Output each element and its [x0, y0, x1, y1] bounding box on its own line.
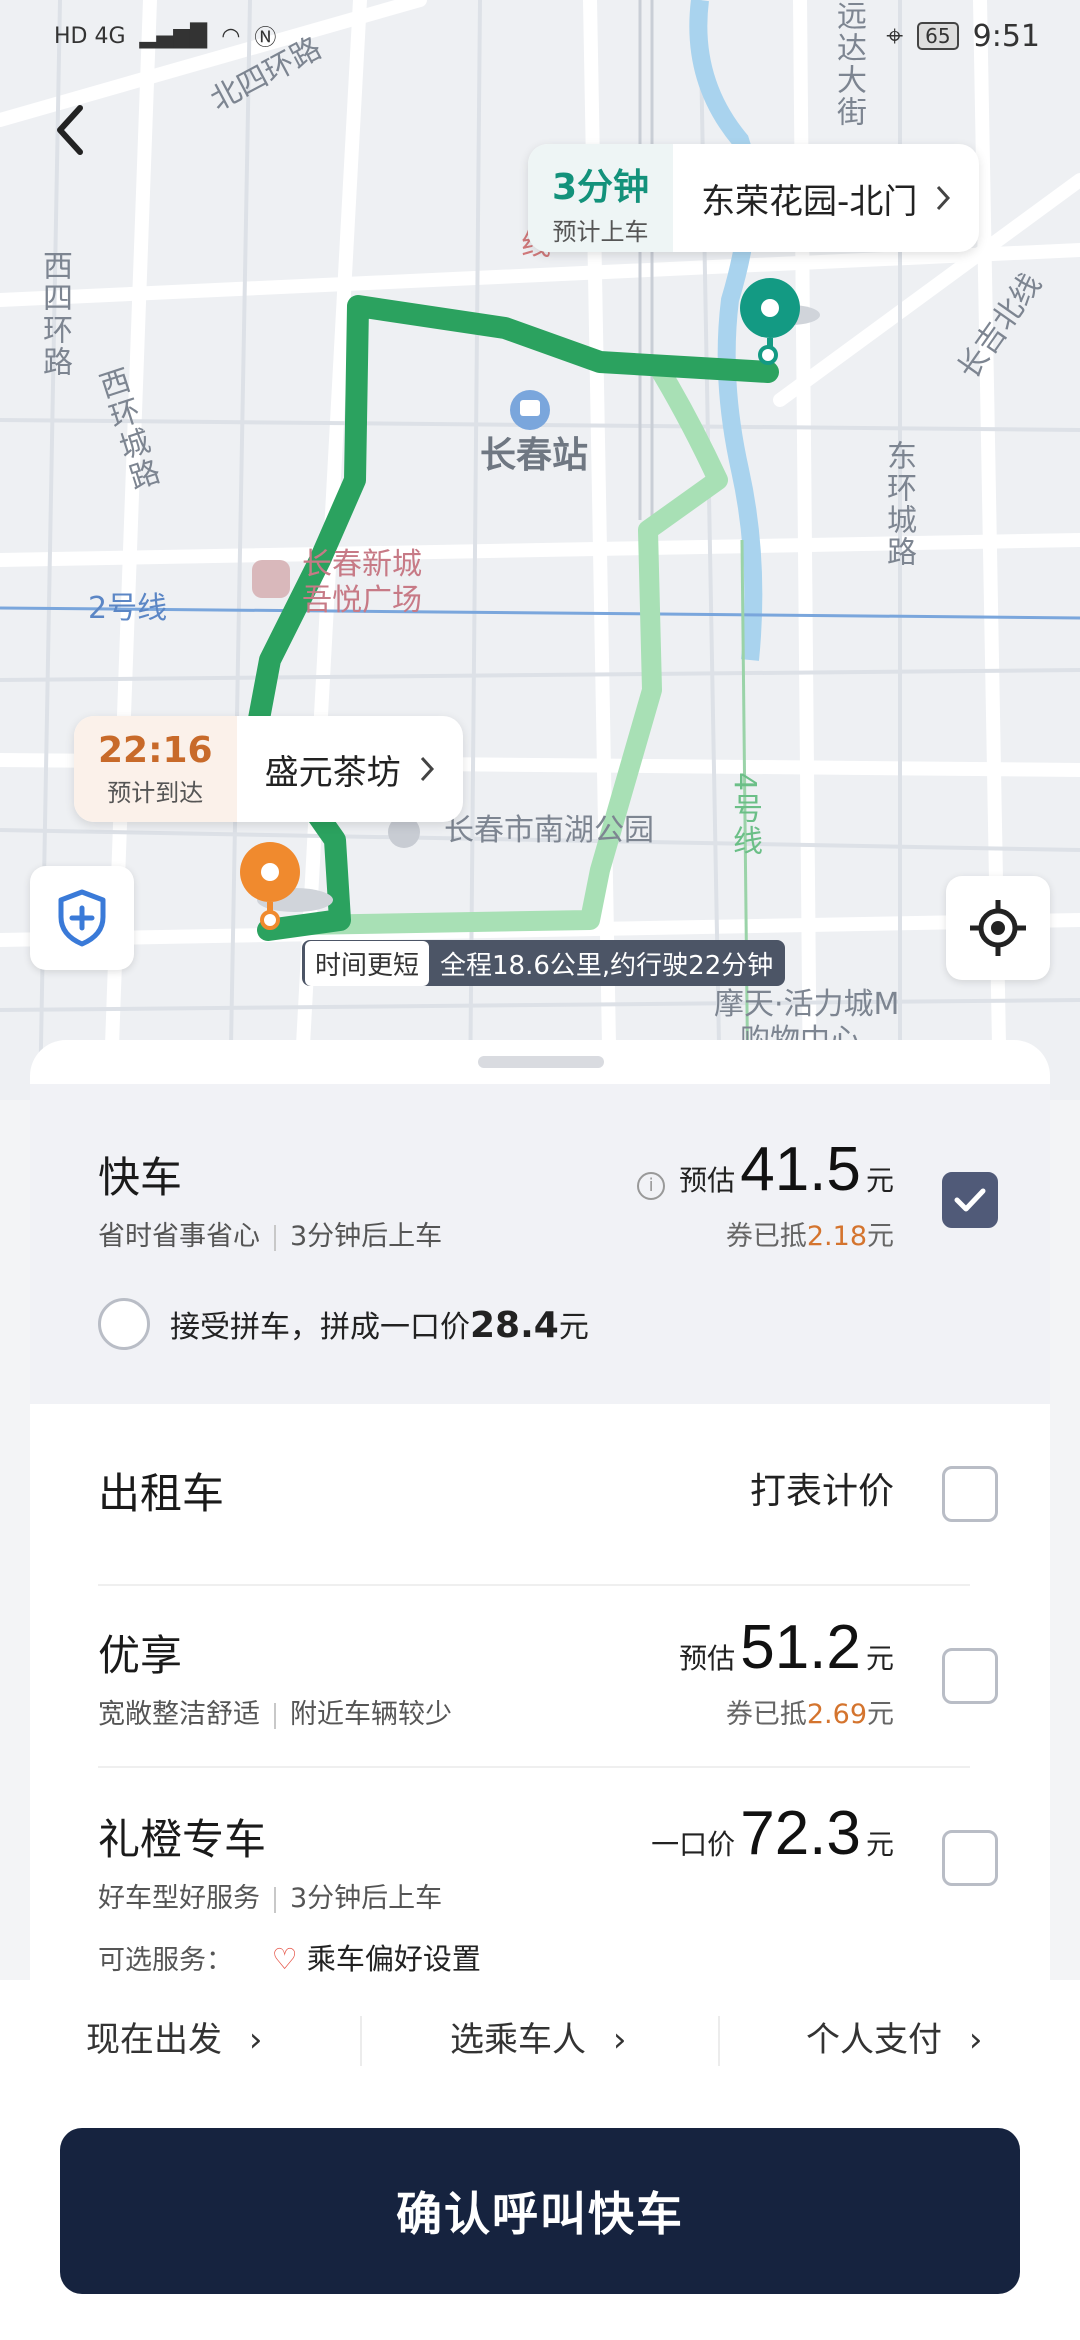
- chevron-right-icon: [420, 756, 434, 782]
- option-subtitle: 好车型好服务 3分钟后上车: [98, 1883, 443, 1914]
- option-express[interactable]: 快车 省时省事省心 3分钟后上车 i 预估 41.5 元 券已抵2.18元 接受拼车…: [30, 1084, 1050, 1404]
- location-icon: ⌖: [886, 18, 904, 54]
- map-label: 吾悦广场: [302, 583, 422, 618]
- passenger-selector[interactable]: 选乘车人 ›: [450, 2012, 626, 2061]
- chevron-right-icon: [937, 185, 951, 211]
- chevron-right-icon: ›: [248, 2020, 263, 2060]
- wifi-icon: ◠: [221, 23, 241, 49]
- taxi-price-text: 打表计价: [749, 1471, 894, 1512]
- option-title: 出租车: [98, 1469, 225, 1518]
- safety-shield-button[interactable]: [30, 866, 134, 970]
- map-label: 西四环路: [37, 250, 72, 378]
- carpool-radio[interactable]: [98, 1298, 150, 1350]
- option-checkbox[interactable]: [942, 1648, 998, 1704]
- map-label: 东环城路: [881, 440, 916, 568]
- carpool-toggle[interactable]: 接受拼车，拼成一口价28.4元: [98, 1298, 589, 1350]
- clock: 9:51: [972, 18, 1040, 54]
- services-row: 可选服务： ♡ 乘车偏好设置: [98, 1936, 481, 1978]
- route-summary-text: 全程18.6公里,约行驶22分钟: [440, 950, 774, 981]
- pickup-name: 东荣花园-北门: [701, 181, 918, 222]
- dropoff-name: 盛元茶坊: [264, 752, 401, 793]
- coupon-text: 券已抵2.69元: [725, 1699, 894, 1730]
- option-price: 预估 51.2 元: [679, 1613, 894, 1682]
- pickup-location-card[interactable]: 3分钟 预计上车 东荣花园-北门: [528, 144, 980, 252]
- route-tag: 时间更短: [305, 940, 430, 986]
- map-label: 4号线: [727, 772, 762, 858]
- status-bar: HD 4G ▂▄▆█ ◠ Ⓝ ⌖ 65 9:51: [0, 0, 1080, 72]
- payment-selector[interactable]: 个人支付 ›: [806, 2012, 982, 2061]
- depart-time-selector[interactable]: 现在出发 ›: [86, 2012, 262, 2061]
- map-label: 长春市南湖公园: [444, 813, 654, 848]
- option-price: i 预估 41.5 元: [637, 1134, 894, 1205]
- option-title: 礼橙专车: [98, 1815, 267, 1864]
- option-subtitle: 省时省事省心 3分钟后上车: [98, 1221, 443, 1252]
- battery-icon: 65: [917, 22, 959, 50]
- locate-me-button[interactable]: [946, 876, 1050, 980]
- divider: [360, 2016, 362, 2066]
- dropoff-location-card[interactable]: 22:16 预计到达 盛元茶坊: [74, 716, 463, 822]
- chevron-left-icon: [57, 105, 83, 155]
- option-luxe[interactable]: 礼橙专车 好车型好服务 3分钟后上车 一口价 72.3 元 可选服务： ♡ 乘车偏…: [30, 1768, 1050, 1980]
- option-subtitle: 宽敞整洁舒适 附近车辆较少: [98, 1699, 452, 1730]
- back-button[interactable]: [50, 100, 120, 170]
- confirm-call-button[interactable]: 确认呼叫快车: [60, 2128, 1020, 2294]
- map-view[interactable]: 北四环路 西四环路 西环城路 东环城路 长吉北线 远达大街 线 长春站 长春新城…: [0, 0, 1080, 1100]
- preference-settings-link[interactable]: ♡ 乘车偏好设置: [272, 1942, 481, 1976]
- map-label: 2号线: [88, 591, 168, 626]
- option-taxi[interactable]: 出租车 打表计价: [30, 1404, 1050, 1584]
- carpool-label: 接受拼车，拼成一口价28.4元: [170, 1305, 589, 1346]
- heart-icon: ♡: [271, 1942, 298, 1976]
- info-icon[interactable]: i: [637, 1171, 666, 1200]
- pickup-eta-label: 预计上车: [552, 218, 649, 246]
- divider: [718, 2016, 720, 2066]
- chevron-right-icon: ›: [968, 2020, 983, 2060]
- checkmark-icon: [954, 1188, 986, 1212]
- crosshair-icon: [970, 900, 1026, 956]
- option-premium[interactable]: 优享 宽敞整洁舒适 附近车辆较少 预估 51.2 元 券已抵2.69元: [30, 1586, 1050, 1766]
- option-price: 一口价 72.3 元: [651, 1799, 894, 1868]
- option-checkbox[interactable]: [942, 1172, 998, 1228]
- option-title: 快车: [98, 1153, 183, 1202]
- pickup-eta: 3分钟: [552, 167, 650, 208]
- option-title: 优享: [98, 1631, 183, 1680]
- option-checkbox[interactable]: [942, 1830, 998, 1886]
- map-label-station: 长春站: [480, 435, 589, 476]
- arrival-time-label: 预计到达: [107, 779, 204, 807]
- signal-icon: ▂▄▆█: [139, 23, 208, 49]
- ride-options-sheet: 快车 省时省事省心 3分钟后上车 i 预估 41.5 元 券已抵2.18元 接受拼车…: [30, 1040, 1050, 1980]
- nfc-icon: Ⓝ: [254, 26, 277, 51]
- map-label: 摩天·活力城M: [714, 987, 900, 1022]
- sheet-grip-handle[interactable]: [478, 1056, 604, 1068]
- network-indicator: HD 4G: [54, 23, 126, 49]
- arrival-time: 22:16: [98, 730, 213, 771]
- coupon-text: 券已抵2.18元: [725, 1221, 894, 1252]
- map-label: 长春新城: [302, 547, 422, 582]
- chevron-right-icon: ›: [612, 2020, 627, 2060]
- services-label: 可选服务：: [98, 1945, 233, 1976]
- footer-bar: 现在出发 › 选乘车人 › 个人支付 › 确认呼叫快车: [0, 1980, 1080, 2340]
- shield-plus-icon: [58, 889, 106, 947]
- option-checkbox[interactable]: [942, 1466, 998, 1522]
- route-summary: 时间更短 全程18.6公里,约行驶22分钟: [302, 940, 786, 986]
